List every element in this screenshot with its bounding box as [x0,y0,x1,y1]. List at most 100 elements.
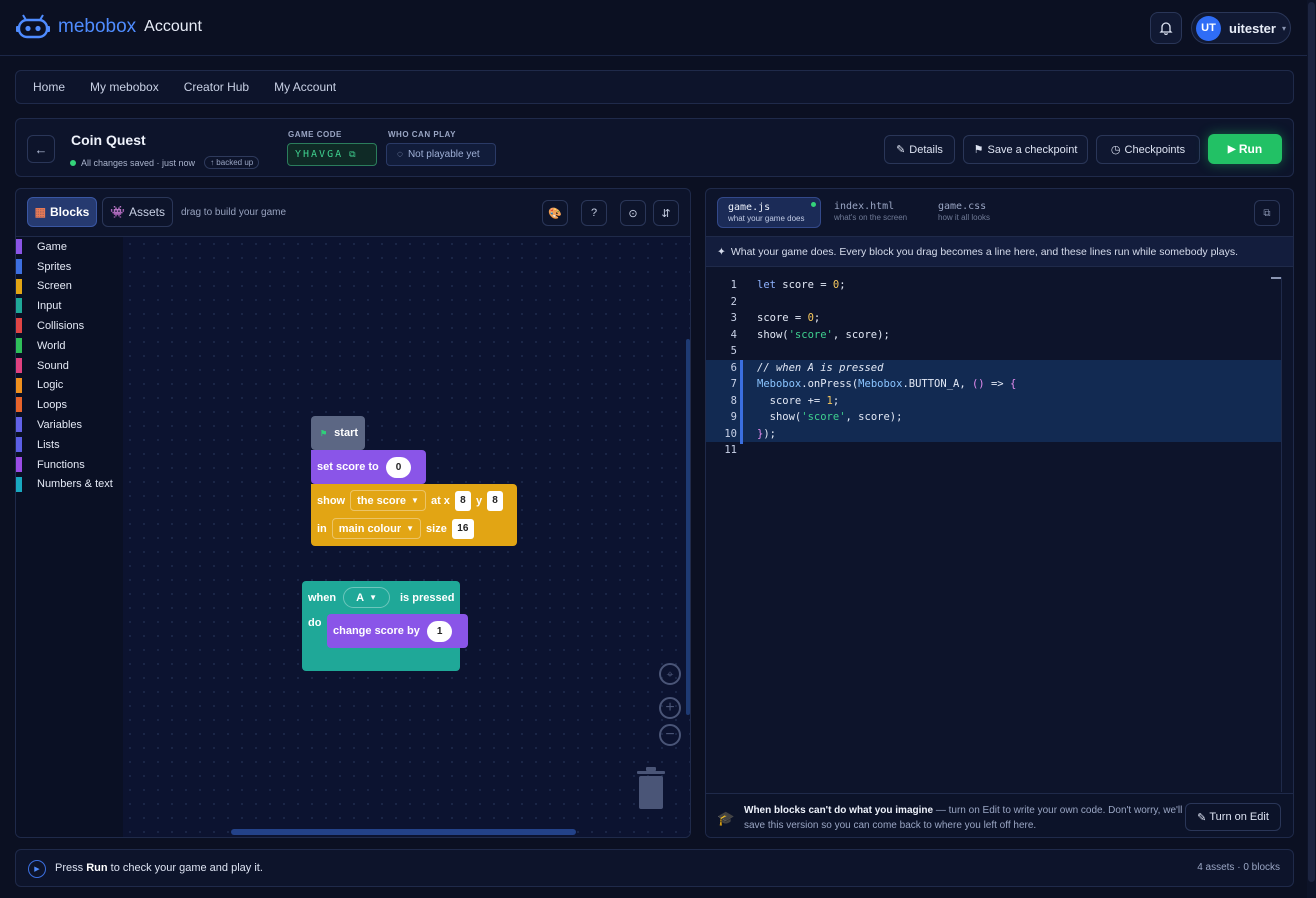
game-code-box[interactable]: YHAVGA ⧉ [287,143,377,166]
when-label: when [308,591,337,604]
category-swatch [16,337,22,353]
main-nav: Home My mebobox Creator Hub My Account [15,70,1294,104]
run-button[interactable]: ▶ Run [1208,134,1282,164]
category-item[interactable]: Loops [16,395,123,415]
sort-icon: ⇵ [661,207,671,220]
code-line: 11 [706,442,1282,459]
category-item[interactable]: Sprites [16,257,123,277]
line-number: 10 [724,427,737,440]
nav-my-mebobox[interactable]: My mebobox [90,80,159,94]
scroll-thumb[interactable] [1271,277,1281,279]
line-text: // when A is pressed [757,361,884,374]
copy-code-button[interactable]: ⧉ [1254,200,1280,226]
turn-on-edit-button[interactable]: ✎ Turn on Edit [1185,803,1281,831]
details-label: Details [909,143,943,156]
nav-home[interactable]: Home [33,80,65,94]
set-score-block[interactable]: set score to 0 [311,450,426,484]
flag-icon: ⚑ [320,428,328,438]
who-can-play-selector[interactable]: ◌ Not playable yet [386,143,496,166]
category-item[interactable]: Lists [16,435,123,455]
user-name: uitester [1229,20,1276,36]
category-item[interactable]: Screen [16,277,123,297]
play-circle-icon[interactable]: ▶ [28,860,46,878]
avatar: UT [1196,15,1221,41]
category-item[interactable]: Numbers & text [16,475,123,495]
workspace-scrollbar-horizontal[interactable] [231,829,576,835]
code-panel: game.js what your game does index.html w… [705,188,1294,838]
help-button[interactable]: ? [581,200,607,226]
code-editor[interactable]: 1 let score = 0; 2 3 score = 0; 4 show('sco… [706,277,1282,792]
line-number: 4 [730,328,737,341]
question-icon: ? [590,207,598,219]
category-item[interactable]: World [16,336,123,356]
tab-index-html[interactable]: index.html what's on the screen [824,197,924,228]
line-text: score = 0; [757,312,821,325]
category-label: World [37,339,66,352]
line-number: 5 [730,345,737,358]
tab-game-js[interactable]: game.js what your game does [717,197,821,228]
edit-mode-title: When blocks can't do what you imagine [744,805,934,816]
change-score-value[interactable]: 1 [426,620,453,642]
trash-icon[interactable] [634,767,668,812]
save-checkpoint-button[interactable]: ⚑ Save a checkpoint [963,135,1088,164]
category-item[interactable]: Input [16,296,123,316]
key-dropdown[interactable]: A ▼ [343,587,390,608]
tab-blocks[interactable]: ▦ Blocks [27,197,97,227]
checkpoints-button[interactable]: ◷ Checkpoints [1096,135,1200,164]
notifications-button[interactable] [1150,12,1182,44]
page-scrollbar[interactable] [1307,0,1316,898]
category-item[interactable]: Game [16,237,123,257]
the-score-dropdown[interactable]: the score ▼ [350,490,426,511]
workspace-scrollbar-vertical[interactable] [686,339,690,715]
clock-icon: ◷ [1110,144,1121,156]
page-scroll-thumb[interactable] [1308,2,1315,882]
user-menu[interactable]: UT uitester ▾ [1191,12,1291,44]
game-header: ← Coin Quest All changes saved · just no… [15,118,1294,177]
center-button[interactable]: ⊙ [620,200,646,226]
size-value[interactable]: 16 [451,518,474,539]
colour-dropdown[interactable]: main colour ▼ [331,518,422,539]
change-score-block[interactable]: change score by 1 [327,614,468,648]
zoom-in-button[interactable]: + [659,697,681,719]
blocks-workspace[interactable]: ⚑ start set score to 0 show the score ▼ a… [123,237,690,837]
sort-button[interactable]: ⇵ [653,200,679,226]
code-line: 3 score = 0; [706,310,1282,327]
recenter-button[interactable]: ⌖ [659,663,681,685]
theme-button[interactable]: 🎨 [542,200,568,226]
code-scrollbar[interactable] [1281,277,1282,792]
file-desc: what's on the screen [834,213,908,222]
back-button[interactable]: ← [27,135,55,163]
category-item[interactable]: Collisions [16,316,123,336]
tab-assets-label: Assets [128,205,165,219]
show-label: show [317,494,346,507]
at-x-label: at x [430,494,450,507]
start-block[interactable]: ⚑ start [311,416,365,450]
copy-icon: ⧉ [1263,207,1271,219]
y-value[interactable]: 8 [487,490,504,511]
category-label: Numbers & text [37,478,113,491]
line-text: let score = 0; [757,279,846,292]
category-item[interactable]: Logic [16,376,123,396]
tab-game-css[interactable]: game.css how it all looks [928,197,1018,228]
run-label: Run [1238,142,1263,156]
line-number: 1 [730,279,737,292]
category-swatch [16,258,22,274]
show-text-block[interactable]: show the score ▼ at x 8 y 8 in main colou… [311,484,517,546]
category-item[interactable]: Functions [16,455,123,475]
nav-creator-hub[interactable]: Creator Hub [184,80,249,94]
category-item[interactable]: Sound [16,356,123,376]
brand-logo[interactable]: mebobox Account [16,13,202,41]
details-button[interactable]: ✎ Details [884,135,955,164]
category-item[interactable]: Variables [16,415,123,435]
set-score-value[interactable]: 0 [385,456,412,478]
line-number: 6 [730,361,737,374]
nav-my-account[interactable]: My Account [274,80,336,94]
when-pressed-block[interactable]: when A ▼ is pressed do change score by 1 [302,581,468,671]
x-value[interactable]: 8 [454,490,471,511]
change-score-label: change score by [333,625,420,637]
tab-assets[interactable]: 👾 Assets [102,197,173,227]
copy-icon: ⧉ [349,149,356,160]
zoom-out-button[interactable]: − [659,724,681,746]
palette-icon: 🎨 [548,207,562,220]
status-bar: ▶ Press Run to check your game and play … [15,849,1294,887]
